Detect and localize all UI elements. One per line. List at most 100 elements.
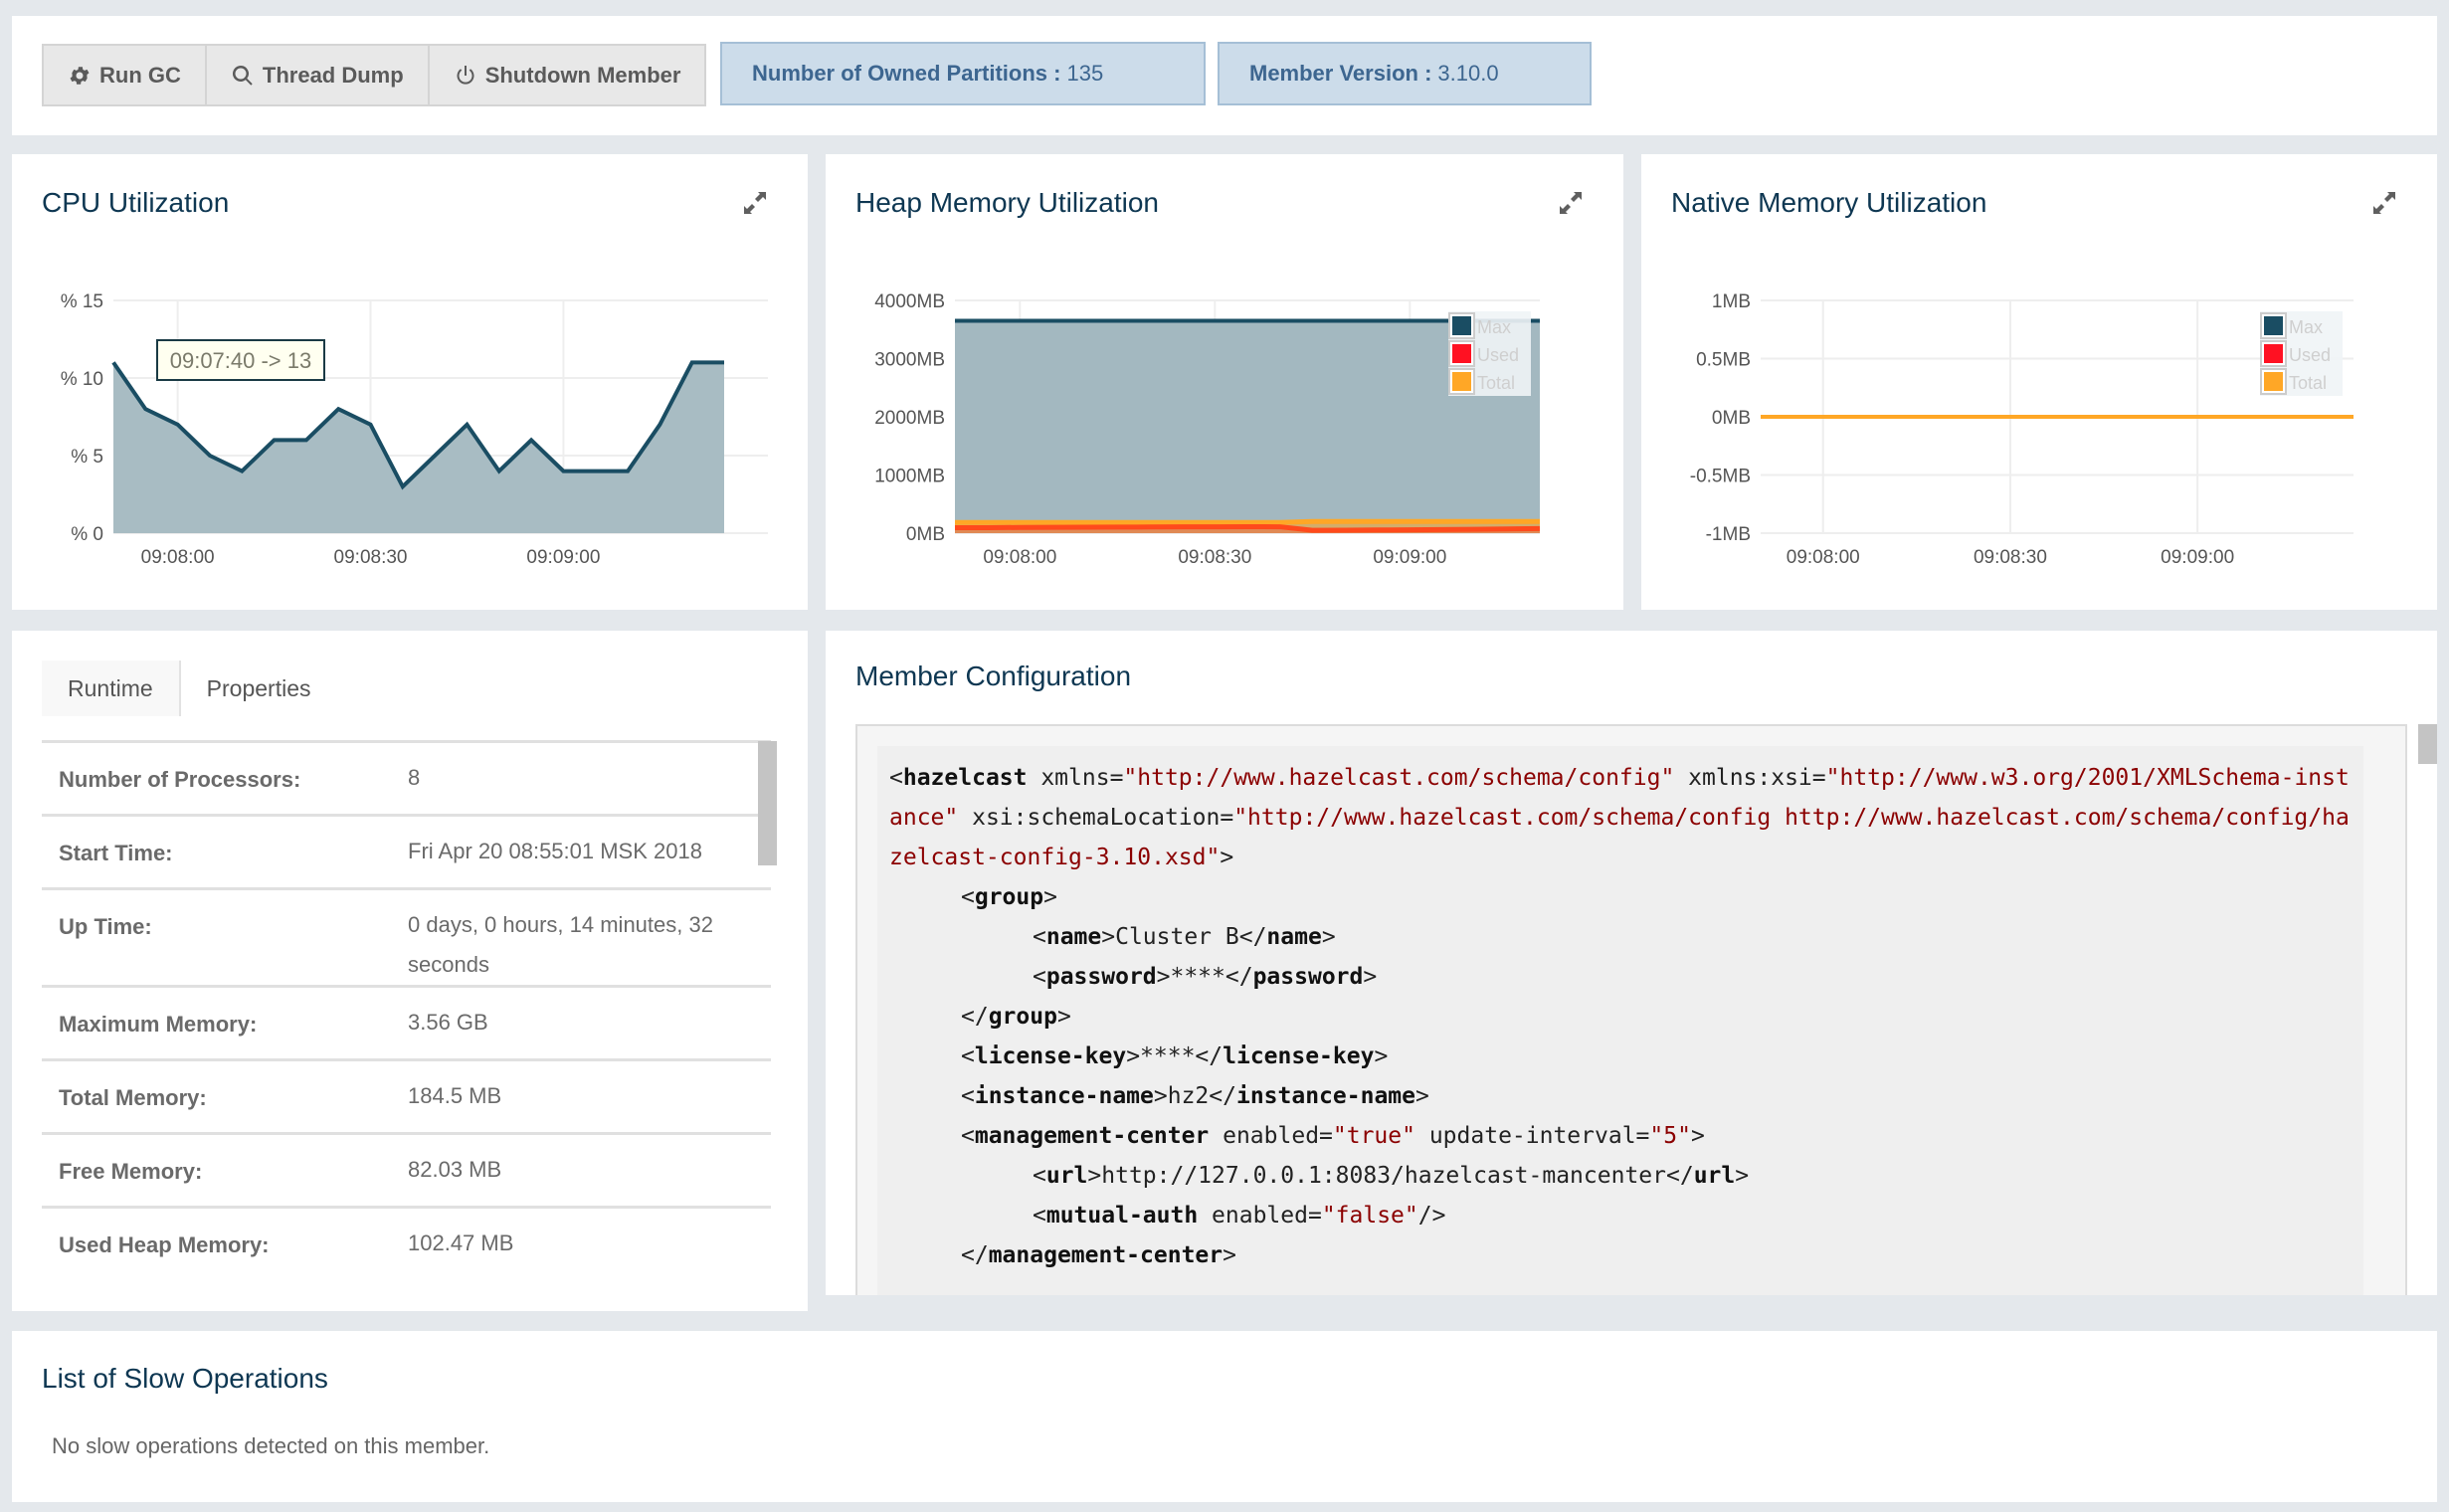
config-code-line: <mutual-auth enabled="false"/> [1033, 1203, 1446, 1228]
heap-total-line [955, 518, 1540, 525]
config-code-line: <name>Cluster B</name> [1033, 924, 1336, 950]
search-icon [232, 65, 253, 86]
legend-label: Max [2289, 317, 2323, 337]
legend-swatch-total [2264, 372, 2283, 391]
config-title: Member Configuration [855, 661, 1132, 691]
runtime-table: Number of Processors: 8 Start Time: Fri Apr… [42, 740, 771, 1282]
run-gc-button[interactable]: Run GC [44, 46, 207, 104]
config-code: <hazelcast xmlns="http://www.hazelcast.c… [877, 746, 2363, 1295]
gear-icon [70, 66, 90, 85]
runtime-value: 102.47 MB [408, 1230, 514, 1255]
legend-swatch-total [1452, 372, 1471, 391]
runtime-key: Up Time: [59, 914, 152, 939]
tab-properties[interactable]: Properties [181, 661, 337, 716]
legend-swatch-used [2264, 344, 2283, 363]
legend-swatch-max [2264, 316, 2283, 335]
config-code-container: <hazelcast xmlns="http://www.hazelcast.c… [855, 724, 2407, 1295]
x-tick-label: 09:08:00 [141, 547, 215, 568]
config-code-line: </group> [961, 1004, 1071, 1030]
x-tick-label: 09:08:00 [983, 547, 1056, 568]
y-tick-label: 1000MB [874, 467, 945, 487]
legend-swatch-used [1452, 344, 1471, 363]
slow-ops-title: List of Slow Operations [42, 1363, 328, 1394]
runtime-key: Free Memory: [59, 1159, 203, 1184]
y-tick-label: 0.5MB [1696, 350, 1751, 371]
x-tick-label: 09:08:30 [334, 547, 408, 568]
x-tick-label: 09:08:00 [1787, 547, 1860, 568]
runtime-key: Maximum Memory: [59, 1012, 258, 1037]
runtime-key: Total Memory: [59, 1085, 207, 1110]
y-tick-label: 1MB [1712, 291, 1751, 312]
x-tick-label: 09:09:00 [526, 547, 600, 568]
config-code-line: <url>http://127.0.0.1:8083/hazelcast-man… [1033, 1163, 1750, 1189]
y-tick-label: 2000MB [874, 408, 945, 429]
cpu-chart: % 0 % 5 % 10 % 15 09:08:00 09:08:30 09:09:00 09… [61, 291, 768, 568]
owned-partitions-value: 135 [1066, 61, 1104, 86]
legend-label: Used [2289, 345, 2331, 365]
member-version-label: Member Version : [1249, 61, 1432, 86]
legend-label: Total [2289, 373, 2327, 393]
y-tick-label: 0MB [1712, 408, 1751, 429]
config-code-line: <instance-name>hz2</instance-name> [961, 1083, 1429, 1109]
config-code-line: <management-center enabled="true" update… [961, 1123, 1705, 1149]
config-scrollbar[interactable] [2418, 724, 2437, 764]
action-button-group: Run GC Thread Dump Shutdown Member [42, 44, 707, 106]
shutdown-member-label: Shutdown Member [484, 62, 681, 88]
heap-legend: Max Used Total [1448, 311, 1531, 396]
y-tick-label: 0MB [906, 524, 945, 545]
y-tick-label: % 10 [61, 369, 103, 390]
runtime-row: Free Memory: 82.03 MB [42, 1135, 771, 1209]
config-code-line: </management-center> [961, 1242, 1236, 1268]
y-tick-label: % 15 [61, 291, 103, 312]
runtime-scrollbar[interactable] [758, 741, 777, 865]
slow-operations-panel: List of Slow Operations No slow operatio… [12, 1331, 2437, 1502]
config-code-line: <license-key>****</license-key> [961, 1043, 1389, 1069]
runtime-value: 3.56 GB [408, 1010, 488, 1035]
run-gc-label: Run GC [99, 62, 181, 88]
tooltip-text: 09:07:40 -> 13 [170, 348, 312, 373]
legend-label: Total [1477, 373, 1515, 393]
native-chart: -1MB -0.5MB 0MB 0.5MB 1MB 09:08:00 09:08:30 09:… [1690, 291, 2354, 568]
runtime-value: Fri Apr 20 08:55:01 MSK 2018 [408, 839, 702, 863]
heap-chart: 0MB 1000MB 2000MB 3000MB 4000MB 09:08:00 09:08… [874, 291, 1541, 568]
runtime-value: 82.03 MB [408, 1157, 502, 1182]
y-tick-label: -0.5MB [1690, 467, 1751, 487]
slow-ops-message: No slow operations detected on this memb… [52, 1433, 490, 1458]
runtime-panel: Runtime Properties Number of Processors:… [12, 631, 808, 1311]
runtime-row: Total Memory: 184.5 MB [42, 1061, 771, 1135]
member-version-badge: Member Version : 3.10.0 [1218, 42, 1592, 105]
runtime-key: Start Time: [59, 841, 173, 865]
heap-memory-panel: Heap Memory Utilization 0MB 1000MB 2000MB 3… [826, 154, 1623, 610]
y-tick-label: 3000MB [874, 350, 945, 371]
cpu-tooltip: 09:07:40 -> 13 [156, 339, 325, 381]
config-code-line: <group> [961, 884, 1057, 910]
cpu-area [113, 362, 724, 533]
owned-partitions-label: Number of Owned Partitions : [752, 61, 1061, 86]
legend-swatch-max [1452, 316, 1471, 335]
member-toolbar: Run GC Thread Dump Shutdown Member Numbe… [12, 16, 2437, 135]
x-tick-label: 09:08:30 [1178, 547, 1251, 568]
runtime-row: Up Time: 0 days, 0 hours, 14 minutes, 32 … [42, 890, 771, 988]
owned-partitions-badge: Number of Owned Partitions : 135 [720, 42, 1206, 105]
member-configuration-panel: Member Configuration <hazelcast xmlns="h… [826, 631, 2437, 1295]
power-icon [457, 65, 474, 85]
thread-dump-button[interactable]: Thread Dump [207, 46, 430, 104]
legend-label: Used [1477, 345, 1519, 365]
member-version-value: 3.10.0 [1437, 61, 1499, 86]
y-tick-label: -1MB [1706, 524, 1751, 545]
y-tick-label: 4000MB [874, 291, 945, 312]
tab-runtime[interactable]: Runtime [42, 661, 181, 716]
native-legend: Max Used Total [2260, 311, 2343, 396]
y-tick-label: % 5 [71, 447, 103, 468]
runtime-row: Maximum Memory: 3.56 GB [42, 988, 771, 1061]
native-memory-panel: Native Memory Utilization -1MB -0.5MB 0MB 0… [1641, 154, 2437, 610]
runtime-key: Used Heap Memory: [59, 1232, 270, 1257]
runtime-value: 184.5 MB [408, 1083, 502, 1108]
x-tick-label: 09:08:30 [1974, 547, 2047, 568]
y-tick-label: % 0 [71, 524, 103, 545]
legend-label: Max [1477, 317, 1511, 337]
shutdown-member-button[interactable]: Shutdown Member [430, 46, 705, 104]
cpu-utilization-panel: CPU Utilization % 0% 5% 10% 15 09:08:00 09… [12, 154, 808, 610]
runtime-tabs: Runtime Properties [42, 661, 336, 716]
runtime-value: 0 days, 0 hours, 14 minutes, 32 seconds [408, 912, 713, 977]
